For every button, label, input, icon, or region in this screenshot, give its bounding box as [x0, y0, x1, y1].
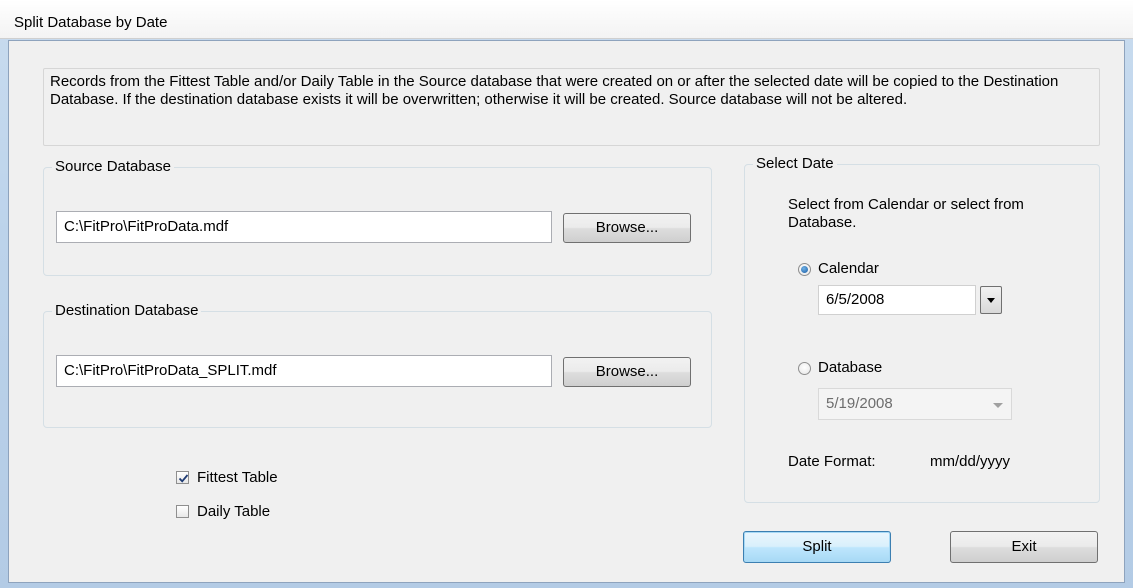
date-format-value: mm/dd/yyyy: [930, 453, 1011, 470]
source-browse-button[interactable]: Browse...: [563, 213, 691, 243]
checkmark-icon: [178, 474, 189, 483]
daily-table-checkbox[interactable]: [176, 505, 189, 518]
window-title: Split Database by Date: [14, 14, 168, 31]
daily-table-label[interactable]: Daily Table: [197, 503, 270, 521]
source-path-field[interactable]: C:\FitPro\FitProData.mdf: [56, 211, 552, 243]
calendar-radio-label[interactable]: Calendar: [818, 260, 879, 278]
split-database-window: Split Database by Date Records from the …: [0, 0, 1133, 588]
source-database-group: Source Database C:\FitPro\FitProData.mdf…: [43, 158, 712, 276]
dialog-client-area: Records from the Fittest Table and/or Da…: [8, 40, 1125, 583]
radio-selected-dot: [801, 266, 808, 273]
destination-database-label: Destination Database: [52, 302, 202, 320]
info-text: Records from the Fittest Table and/or Da…: [50, 73, 1059, 108]
info-panel: Records from the Fittest Table and/or Da…: [43, 68, 1100, 146]
chevron-down-icon: [987, 298, 995, 303]
fittest-table-label[interactable]: Fittest Table: [197, 469, 278, 487]
destination-path-field[interactable]: C:\FitPro\FitProData_SPLIT.mdf: [56, 355, 552, 387]
database-date-combo: 5/19/2008: [818, 388, 1012, 420]
split-button[interactable]: Split: [743, 531, 891, 563]
database-radio[interactable]: [798, 362, 811, 375]
chevron-down-icon: [993, 403, 1003, 408]
database-date-value: 5/19/2008: [826, 395, 893, 412]
database-radio-label[interactable]: Database: [818, 359, 882, 377]
title-bar[interactable]: Split Database by Date: [0, 0, 1133, 39]
destination-database-group: Destination Database C:\FitPro\FitProDat…: [43, 302, 712, 428]
calendar-dropdown-button[interactable]: [980, 286, 1002, 314]
calendar-radio[interactable]: [798, 263, 811, 276]
destination-browse-button[interactable]: Browse...: [563, 357, 691, 387]
calendar-date-field[interactable]: 6/5/2008: [818, 285, 976, 315]
source-database-label: Source Database: [52, 158, 174, 176]
select-date-label: Select Date: [753, 155, 837, 173]
select-date-group: Select Date Select from Calendar or sele…: [744, 155, 1100, 503]
date-format-label: Date Format:: [788, 453, 876, 470]
fittest-table-checkbox[interactable]: [176, 471, 189, 484]
exit-button[interactable]: Exit: [950, 531, 1098, 563]
select-date-instructions: Select from Calendar or select from Data…: [788, 196, 1024, 231]
